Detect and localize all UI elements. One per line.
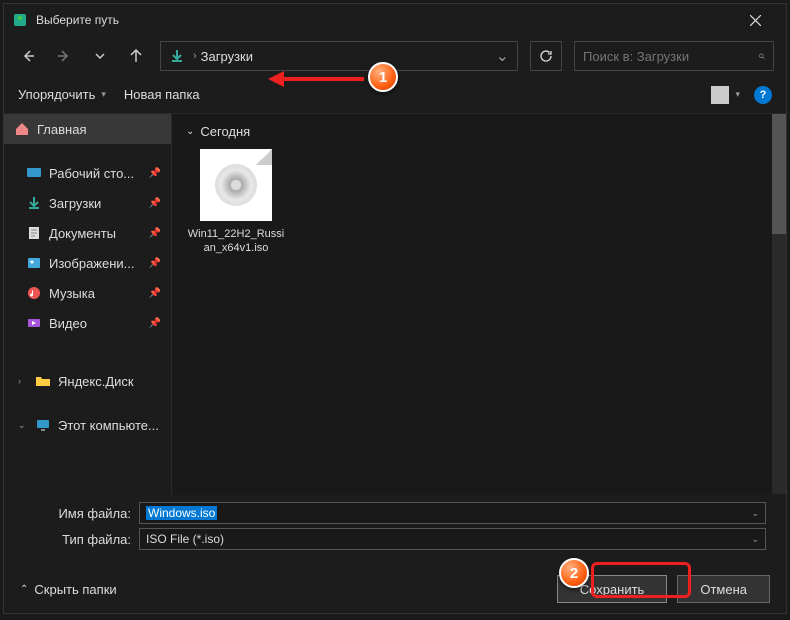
form-area: Имя файла: Windows.iso ⌄ Тип файла: ISO …: [4, 494, 786, 562]
sidebar-item-desktop[interactable]: Рабочий сто...📌: [4, 158, 171, 188]
sidebar-item-videos[interactable]: Видео📌: [4, 308, 171, 338]
chevron-down-icon[interactable]: ⌄: [496, 46, 509, 66]
main-area: Главная Рабочий сто...📌 Загрузки📌 Докуме…: [4, 114, 786, 494]
view-icon: [711, 86, 729, 104]
filename-input[interactable]: Windows.iso ⌄: [139, 502, 766, 524]
sidebar-item-yadisk[interactable]: › Яндекс.Диск: [4, 366, 171, 396]
chevron-down-icon: ⌄: [18, 420, 28, 431]
filetype-label: Тип файла:: [24, 532, 139, 547]
scroll-thumb[interactable]: [772, 114, 786, 234]
pictures-icon: [26, 255, 42, 271]
view-button[interactable]: ▾: [711, 86, 740, 104]
arrow-right-icon: [57, 49, 71, 63]
chevron-up-icon: ⌃: [20, 584, 28, 595]
chevron-down-icon: ▾: [735, 89, 740, 100]
chevron-right-icon: ›: [18, 376, 28, 386]
documents-icon: [26, 225, 42, 241]
group-header[interactable]: ⌄ Сегодня: [186, 124, 772, 139]
home-icon: [14, 121, 30, 137]
downloads-icon: [26, 195, 42, 211]
cancel-button[interactable]: Отмена: [677, 575, 770, 603]
file-name: Win11_22H2_Russian_x64v1.iso: [186, 227, 286, 256]
refresh-icon: [539, 49, 553, 63]
sidebar-item-thispc[interactable]: ⌄ Этот компьюте...: [4, 410, 171, 440]
sidebar-item-pictures[interactable]: Изображени...📌: [4, 248, 171, 278]
iso-file-icon: [200, 149, 272, 221]
organize-button[interactable]: Упорядочить▾: [18, 87, 106, 102]
pin-icon: 📌: [149, 288, 161, 299]
footer: ⌃ Скрыть папки Сохранить Отмена: [4, 565, 786, 613]
file-item[interactable]: Win11_22H2_Russian_x64v1.iso: [186, 149, 286, 256]
chevron-down-icon[interactable]: ⌄: [751, 508, 759, 519]
computer-icon: [35, 417, 51, 433]
hide-folders-button[interactable]: ⌃ Скрыть папки: [20, 582, 117, 597]
address-bar[interactable]: › Загрузки ⌄: [160, 41, 518, 71]
folder-icon: [35, 373, 51, 389]
sidebar: Главная Рабочий сто...📌 Загрузки📌 Докуме…: [4, 114, 172, 494]
navbar: › Загрузки ⌄: [4, 36, 786, 76]
refresh-button[interactable]: [530, 41, 562, 71]
back-button[interactable]: [16, 44, 40, 68]
scrollbar[interactable]: [772, 114, 786, 494]
filetype-value: ISO File (*.iso): [146, 532, 224, 546]
arrow-left-icon: [21, 49, 35, 63]
save-dialog: Выберите путь › Загрузки ⌄ Упорядочить▾ …: [3, 3, 787, 614]
save-button[interactable]: Сохранить: [557, 575, 668, 603]
sidebar-item-home[interactable]: Главная: [4, 114, 171, 144]
filetype-select[interactable]: ISO File (*.iso) ⌄: [139, 528, 766, 550]
pin-icon: 📌: [149, 318, 161, 329]
chevron-down-icon: [95, 51, 105, 61]
chevron-down-icon: ▾: [101, 89, 106, 100]
sidebar-item-documents[interactable]: Документы📌: [4, 218, 171, 248]
search-box[interactable]: [574, 41, 774, 71]
new-folder-button[interactable]: Новая папка: [124, 87, 200, 102]
filename-value: Windows.iso: [146, 506, 217, 520]
window-title: Выберите путь: [36, 13, 733, 27]
close-button[interactable]: [733, 4, 778, 36]
separator-icon: ›: [193, 50, 197, 62]
app-icon: [12, 12, 28, 28]
recent-button[interactable]: [88, 44, 112, 68]
chevron-down-icon[interactable]: ⌄: [751, 534, 759, 545]
pin-icon: 📌: [149, 198, 161, 209]
up-button[interactable]: [124, 44, 148, 68]
address-location: Загрузки: [201, 49, 253, 64]
search-icon: [759, 50, 765, 63]
toolbar: Упорядочить▾ Новая папка ▾ ?: [4, 76, 786, 114]
titlebar: Выберите путь: [4, 4, 786, 36]
arrow-up-icon: [129, 49, 143, 63]
help-button[interactable]: ?: [754, 86, 772, 104]
close-icon: [750, 15, 761, 26]
sidebar-item-music[interactable]: Музыка📌: [4, 278, 171, 308]
search-input[interactable]: [583, 49, 759, 64]
pin-icon: 📌: [149, 228, 161, 239]
chevron-down-icon: ⌄: [186, 126, 194, 137]
pin-icon: 📌: [149, 168, 161, 179]
downloads-icon: [169, 48, 185, 64]
forward-button[interactable]: [52, 44, 76, 68]
videos-icon: [26, 315, 42, 331]
file-list[interactable]: ⌄ Сегодня Win11_22H2_Russian_x64v1.iso: [172, 114, 786, 494]
sidebar-item-downloads[interactable]: Загрузки📌: [4, 188, 171, 218]
filename-label: Имя файла:: [24, 506, 139, 521]
desktop-icon: [26, 165, 42, 181]
pin-icon: 📌: [149, 258, 161, 269]
music-icon: [26, 285, 42, 301]
